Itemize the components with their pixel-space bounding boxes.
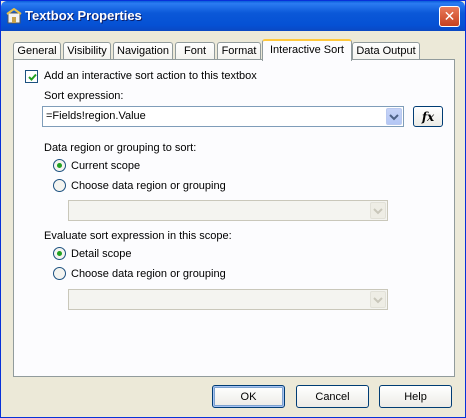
chevron-down-icon[interactable]: [370, 291, 386, 308]
close-button[interactable]: ✕: [439, 6, 460, 27]
ok-button[interactable]: OK: [212, 385, 285, 408]
tab-font[interactable]: Font: [175, 42, 215, 60]
tab-visibility[interactable]: Visibility: [63, 42, 111, 60]
choose-data-region-label: Choose data region or grouping: [71, 180, 226, 192]
current-scope-label: Current scope: [71, 160, 141, 172]
sort-expression-label: Sort expression:: [44, 90, 124, 102]
close-icon: ✕: [443, 8, 456, 24]
choose-evaluate-region-radio[interactable]: [53, 267, 66, 280]
add-sort-action-label: Add an interactive sort action to this t…: [44, 70, 257, 82]
tab-navigation[interactable]: Navigation: [113, 42, 173, 60]
properties-icon: [6, 7, 22, 24]
detail-scope-label: Detail scope: [71, 248, 132, 260]
tab-format[interactable]: Format: [217, 42, 261, 60]
data-region-label: Data region or grouping to sort:: [44, 142, 197, 154]
detail-scope-radio[interactable]: [53, 247, 66, 260]
choose-data-region-radio[interactable]: [53, 179, 66, 192]
current-scope-radio[interactable]: [53, 159, 66, 172]
cancel-button[interactable]: Cancel: [296, 385, 369, 408]
interactive-sort-panel: Add an interactive sort action to this t…: [13, 59, 455, 377]
checkmark-icon: [28, 73, 37, 81]
data-region-combo[interactable]: [68, 200, 388, 221]
title-bar[interactable]: Textbox Properties ✕: [1, 1, 465, 31]
tab-interactive-sort[interactable]: Interactive Sort: [262, 39, 352, 61]
function-icon: fx: [421, 109, 435, 124]
textbox-properties-dialog: Textbox Properties ✕ General Visibility …: [0, 0, 466, 418]
sort-expression-value: =Fields!region.Value: [46, 110, 146, 122]
evaluate-scope-combo[interactable]: [68, 289, 388, 310]
window-title: Textbox Properties: [25, 8, 142, 23]
chevron-down-icon[interactable]: [370, 202, 386, 219]
sort-expression-combo[interactable]: =Fields!region.Value: [42, 106, 404, 127]
tab-general[interactable]: General: [13, 42, 61, 60]
help-button[interactable]: Help: [379, 385, 452, 408]
add-sort-action-checkbox[interactable]: [25, 70, 38, 83]
chevron-down-icon[interactable]: [386, 108, 402, 125]
expression-builder-button[interactable]: fx: [413, 106, 443, 127]
choose-evaluate-region-label: Choose data region or grouping: [71, 268, 226, 280]
evaluate-scope-label: Evaluate sort expression in this scope:: [44, 230, 232, 242]
tab-data-output[interactable]: Data Output: [352, 42, 420, 60]
